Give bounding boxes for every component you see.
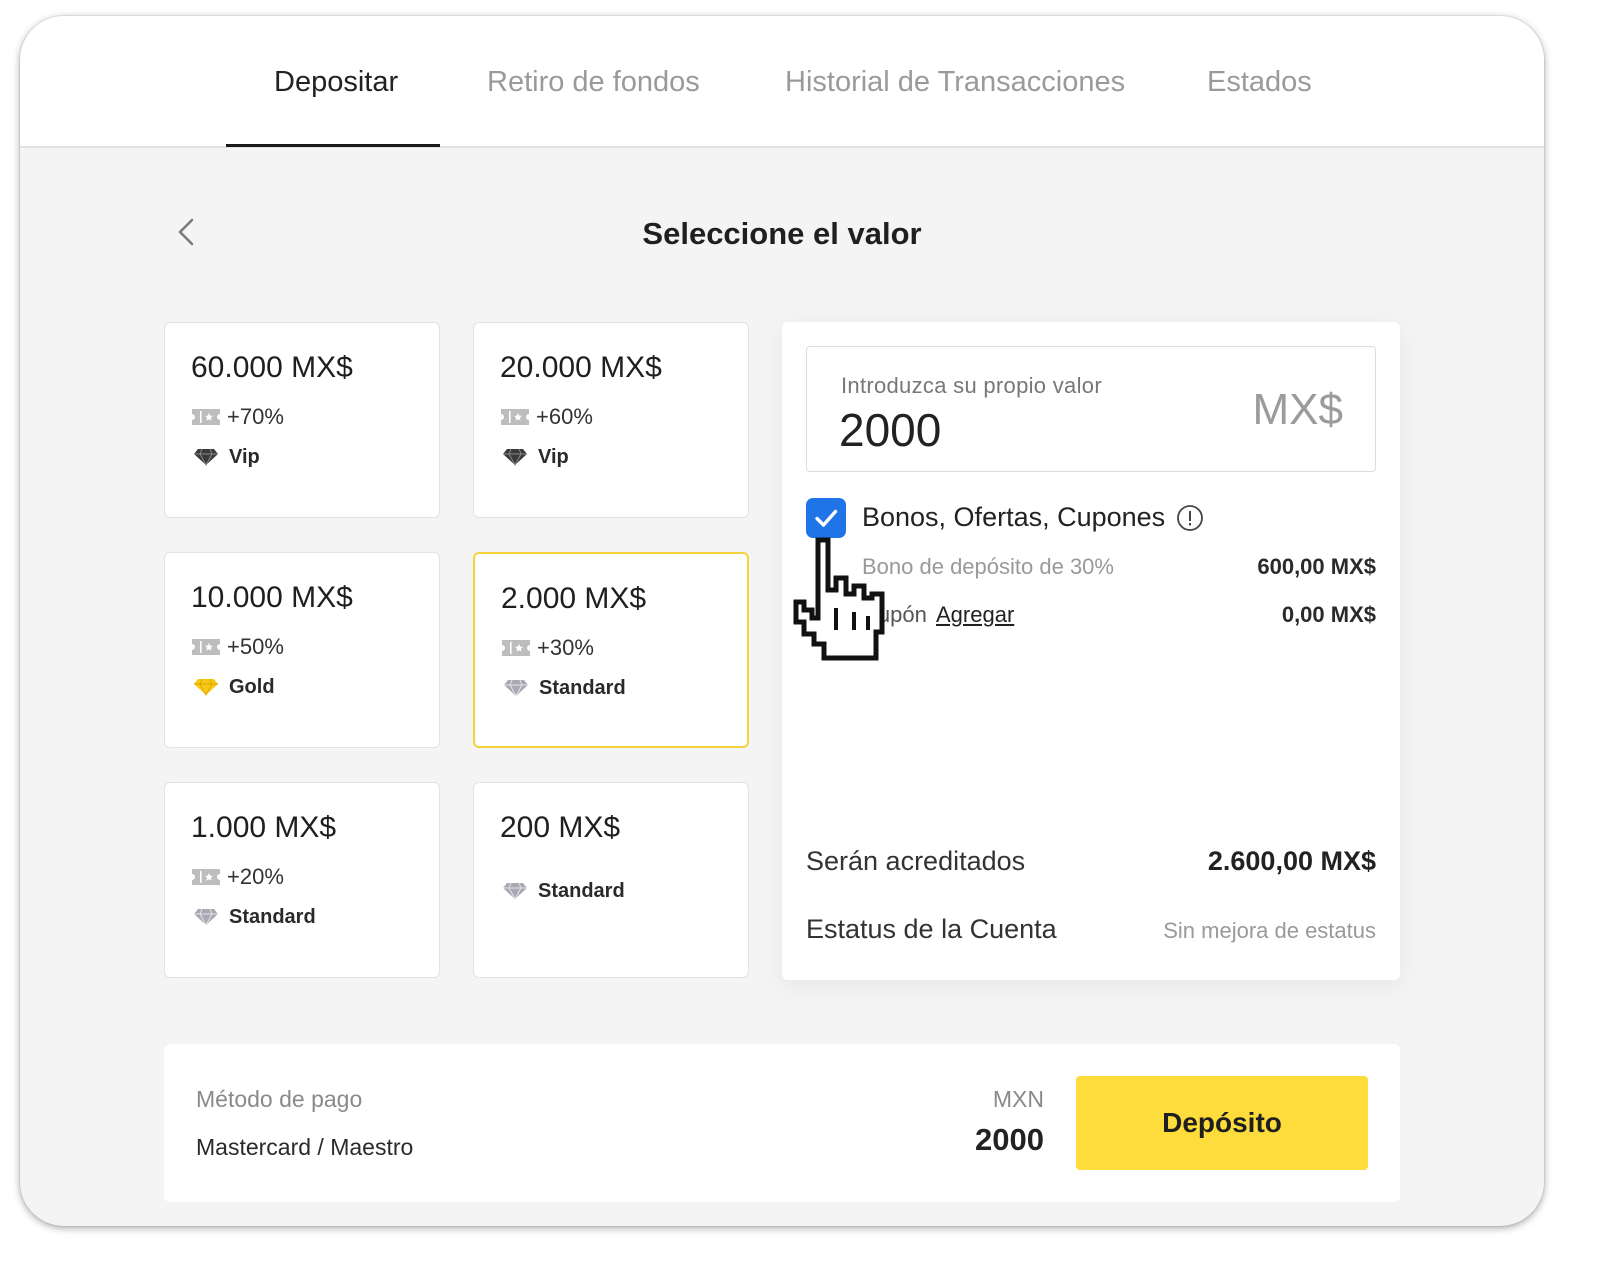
value-card-2000[interactable]: 2.000 MX$ +30% Standard (473, 552, 749, 748)
card-tier: Vip (229, 445, 260, 468)
card-tier: Standard (539, 676, 626, 699)
ticket-icon (501, 639, 531, 657)
custom-value-currency: MX$ (1252, 385, 1343, 434)
payment-amount: 2000 (975, 1122, 1044, 1157)
deposit-button[interactable]: Depósito (1076, 1076, 1368, 1170)
info-icon[interactable] (1176, 504, 1204, 532)
card-tier: Standard (229, 905, 316, 928)
credited-label: Serán acreditados (806, 846, 1026, 876)
deposit-window: Depositar Retiro de fondos Historial de … (20, 16, 1544, 1226)
card-amount: 20.000 MX$ (500, 351, 662, 384)
custom-value-label: Introduzca su propio valor (841, 373, 1102, 398)
coupon-label: Cupón (862, 602, 927, 627)
payment-currency: MXN (992, 1086, 1044, 1112)
value-card-60000[interactable]: 60.000 MX$ +70% Vip (164, 322, 440, 518)
ticket-icon (191, 638, 221, 656)
card-bonus: +70% (227, 404, 284, 429)
card-tier: Gold (229, 675, 275, 698)
payment-method-label: Método de pago (196, 1086, 363, 1112)
payment-method-value[interactable]: Mastercard / Maestro (196, 1134, 413, 1161)
page-title: Seleccione el valor (642, 216, 922, 251)
tab-retiro-de-fondos[interactable]: Retiro de fondos (487, 66, 700, 99)
tab-estados[interactable]: Estados (1207, 66, 1312, 99)
value-card-200[interactable]: 200 MX$ Standard (473, 782, 749, 978)
value-card-20000[interactable]: 20.000 MX$ +60% Vip (473, 322, 749, 518)
diamond-dark-icon (502, 448, 528, 466)
tab-bar: Depositar Retiro de fondos Historial de … (20, 16, 1544, 148)
deposit-bonus-value: 600,00 MX$ (1257, 554, 1376, 579)
diamond-gold-icon (193, 678, 219, 696)
ticket-icon (500, 408, 530, 426)
tab-depositar[interactable]: Depositar (274, 66, 398, 99)
card-tier: Standard (538, 879, 625, 902)
card-tier: Vip (538, 445, 569, 468)
account-status-value: Sin mejora de estatus (1163, 918, 1376, 943)
card-bonus: +50% (227, 634, 284, 659)
card-bonus: +30% (537, 635, 594, 660)
payment-bar: Método de pago Mastercard / Maestro MXN … (164, 1044, 1400, 1202)
ticket-icon (191, 868, 221, 886)
custom-value-panel: Introduzca su propio valor MX$ Bonos, Of… (782, 322, 1400, 980)
card-amount: 2.000 MX$ (501, 582, 647, 615)
checkmark-icon (815, 509, 838, 527)
card-amount: 60.000 MX$ (191, 351, 353, 384)
card-bonus: +20% (227, 864, 284, 889)
active-tab-indicator (226, 144, 440, 147)
tab-historial-de-transacciones[interactable]: Historial de Transacciones (785, 66, 1125, 99)
diamond-silver-icon (193, 908, 219, 926)
bonuses-checkbox[interactable] (806, 498, 846, 538)
value-card-10000[interactable]: 10.000 MX$ +50% Gold (164, 552, 440, 748)
credited-value: 2.600,00 MX$ (1207, 846, 1376, 876)
custom-value-field[interactable]: Introduzca su propio valor MX$ (806, 346, 1376, 472)
card-amount: 1.000 MX$ (191, 811, 337, 844)
account-status-label: Estatus de la Cuenta (806, 914, 1057, 944)
add-coupon-link[interactable]: Agregar (936, 602, 1014, 628)
ticket-icon (191, 408, 221, 426)
coupon-value: 0,00 MX$ (1281, 602, 1376, 627)
card-bonus: +60% (536, 404, 593, 429)
card-amount: 10.000 MX$ (191, 581, 353, 614)
bonuses-title: Bonos, Ofertas, Cupones (862, 502, 1166, 532)
card-amount: 200 MX$ (500, 811, 621, 844)
diamond-silver-icon (503, 679, 529, 697)
diamond-dark-icon (193, 448, 219, 466)
custom-value-input[interactable] (839, 403, 1199, 457)
deposit-bonus-label: Bono de depósito de 30% (862, 554, 1114, 579)
value-card-1000[interactable]: 1.000 MX$ +20% Standard (164, 782, 440, 978)
diamond-silver-icon (502, 882, 528, 900)
